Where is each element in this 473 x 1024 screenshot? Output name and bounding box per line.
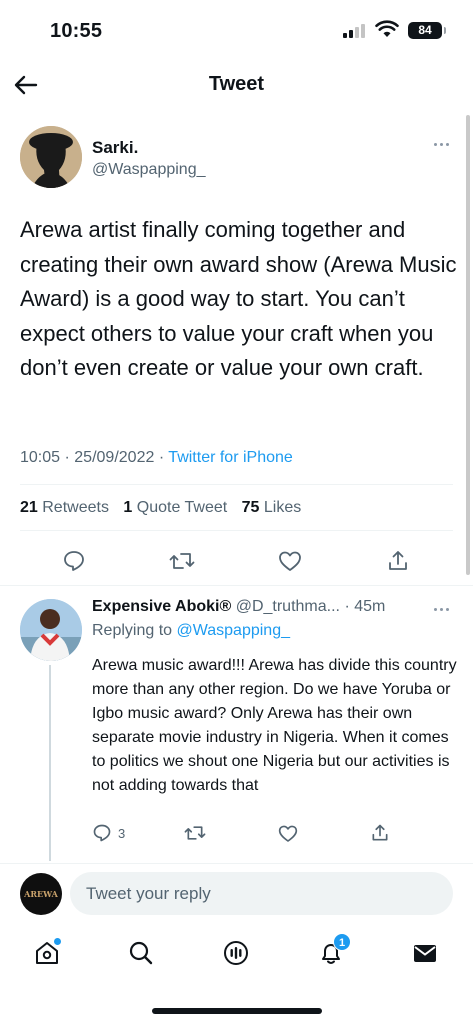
more-icon[interactable]	[428, 134, 454, 154]
tweet-time: 10:05	[20, 449, 61, 466]
signal-icon	[343, 24, 367, 38]
bottom-tab-bar: 1	[0, 928, 473, 980]
reply-reply-button[interactable]: 3	[92, 821, 125, 845]
more-icon[interactable]	[428, 600, 454, 618]
reply-author-name[interactable]: Expensive Aboki®	[92, 598, 231, 615]
reply-count: 3	[118, 825, 126, 841]
author-handle[interactable]: @Waspapping_	[92, 161, 206, 179]
replying-to: Replying to @Waspapping_	[92, 622, 290, 640]
retweet-icon[interactable]	[168, 547, 196, 575]
notifications-badge: 1	[333, 933, 351, 951]
retweets-count: 21	[20, 499, 38, 516]
share-icon[interactable]	[384, 547, 412, 575]
home-icon[interactable]	[30, 936, 64, 970]
replying-label: Replying to	[92, 622, 173, 639]
quotes-label: Quote Tweet	[136, 499, 228, 516]
retweets-label: Retweets	[42, 499, 109, 516]
tweet-actions	[0, 543, 473, 577]
reply-icon[interactable]	[60, 547, 88, 575]
quotes-count: 1	[123, 499, 133, 516]
likes-count: 75	[241, 499, 260, 516]
spaces-icon[interactable]	[219, 936, 253, 970]
tweet-text: Arewa artist finally coming together and…	[20, 217, 457, 380]
battery-indicator: 84	[408, 22, 446, 39]
search-icon[interactable]	[124, 936, 158, 970]
wifi-icon	[375, 20, 399, 38]
divider	[0, 863, 473, 864]
meta-separator: ·	[64, 449, 70, 466]
likes-stat[interactable]: 75 Likes	[242, 499, 302, 516]
notifications-icon[interactable]: 1	[314, 933, 351, 970]
reply-time: · 45m	[344, 598, 386, 615]
replying-mention[interactable]: @Waspapping_	[177, 622, 291, 639]
divider	[0, 585, 473, 586]
scrollbar[interactable]	[466, 115, 470, 575]
reply-actions: 3	[92, 821, 452, 847]
tweet-meta: 10:05 · 25/09/2022 · Twitter for iPhone	[20, 449, 293, 467]
likes-label: Likes	[263, 499, 302, 516]
author-avatar[interactable]	[20, 126, 82, 188]
retweet-icon[interactable]	[184, 821, 206, 845]
home-indicator	[152, 1008, 322, 1014]
tweet-date: 25/09/2022	[74, 449, 155, 466]
my-avatar-text: AREWA	[24, 889, 58, 899]
tweet-stats: 21 Retweets 1 Quote Tweet 75 Likes	[20, 499, 301, 517]
divider	[20, 484, 453, 485]
quotes-stat[interactable]: 1 Quote Tweet	[123, 499, 227, 516]
status-time: 10:55	[50, 20, 103, 42]
top-nav: Tweet	[0, 60, 473, 110]
status-bar: 10:55 84	[0, 0, 473, 60]
tweet-source-link[interactable]: Twitter for iPhone	[168, 449, 293, 466]
like-icon[interactable]	[276, 547, 304, 575]
like-icon[interactable]	[278, 821, 298, 845]
thread-line	[49, 665, 51, 861]
divider	[20, 530, 453, 531]
retweets-stat[interactable]: 21 Retweets	[20, 499, 109, 516]
reply-icon	[93, 824, 111, 842]
reply-header: Expensive Aboki® @D_truthma... · 45m	[92, 598, 385, 616]
author-name[interactable]: Sarki.	[92, 138, 138, 158]
my-avatar[interactable]: AREWA	[20, 873, 62, 915]
reply-author-handle[interactable]: @D_truthma...	[236, 598, 340, 615]
reply-author-avatar[interactable]	[20, 599, 82, 661]
page-title: Tweet	[208, 73, 265, 95]
meta-separator: ·	[158, 449, 165, 466]
reply-input[interactable]	[70, 872, 453, 915]
share-icon[interactable]	[370, 821, 390, 845]
reply-text: Arewa music award!!! Arewa has divide th…	[92, 657, 457, 794]
home-unread-dot	[54, 938, 61, 945]
messages-icon[interactable]	[408, 936, 442, 970]
